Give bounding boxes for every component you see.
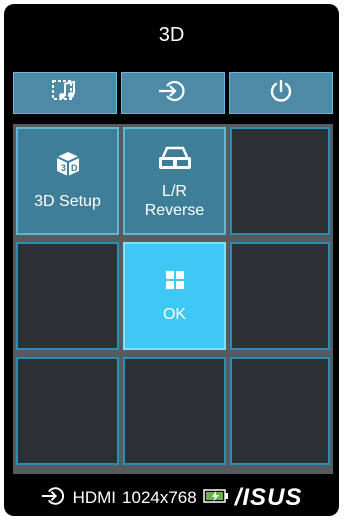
resolution: 1024x768 [122,488,197,507]
power-button[interactable] [229,72,333,114]
tile-ok[interactable]: OK [123,242,226,350]
3d-glasses-icon [125,145,224,180]
input-source-icon [41,486,67,511]
tile-empty[interactable] [230,242,330,350]
tile-label: L/R Reverse [144,183,205,219]
tile-3d-setup[interactable]: 3 D 3D Setup [16,127,119,235]
menu-grid: 3 D 3D Setup L/R Reverse OK [13,124,333,474]
power-icon [269,79,293,108]
svg-text:3: 3 [61,163,66,173]
svg-text:D: D [71,163,78,173]
tile-label: OK [162,306,187,323]
device-screen: 3D 3 D 3D Setup L/R Reverse OK HDMI 1024… [4,4,339,516]
battery-charging-icon [202,488,229,509]
tile-empty[interactable] [16,242,119,350]
tile-lr-reverse[interactable]: L/R Reverse [123,127,226,235]
input-button[interactable] [121,72,225,114]
tile-empty[interactable] [230,127,330,235]
brand-logo: /ISUS [234,484,303,511]
music-image-icon [52,79,78,107]
tile-label: 3D Setup [34,193,101,210]
status-bar: HDMI 1024x768 /ISUS [4,480,339,516]
tile-empty[interactable] [123,357,226,465]
tile-empty[interactable] [16,357,119,465]
grid-icon [125,270,224,295]
tile-empty[interactable] [230,357,330,465]
media-button[interactable] [13,72,117,114]
3d-cube-icon: 3 D [18,149,117,184]
input-source-icon [158,80,188,107]
input-name: HDMI [72,488,117,507]
page-title: 3D [158,24,185,46]
